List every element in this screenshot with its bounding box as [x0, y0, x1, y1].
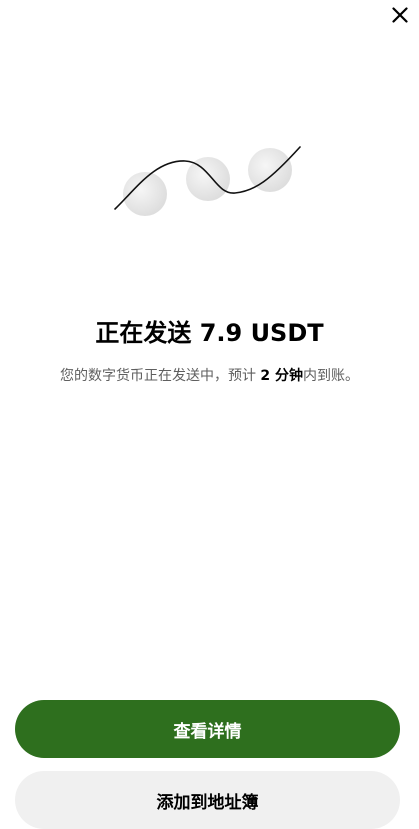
status-message-prefix: 您的数字货币正在发送中，预计 [59, 368, 261, 384]
close-button[interactable] [389, 4, 411, 26]
estimated-time: 2 分钟 [260, 368, 304, 384]
sending-coins-illustration [110, 140, 310, 225]
status-message-suffix: 内到账。 [303, 368, 360, 384]
page-title: 正在发送 7.9 USDT [95, 319, 324, 347]
view-details-button[interactable]: 查看详情 [15, 700, 400, 758]
coin-3 [248, 148, 292, 192]
add-to-address-book-label: 添加到地址簿 [156, 792, 259, 813]
close-icon [392, 7, 408, 23]
status-message: 您的数字货币正在发送中，预计 2 分钟内到账。 [0, 365, 419, 385]
view-details-label: 查看详情 [173, 721, 242, 742]
coin-2 [186, 157, 230, 201]
add-to-address-book-button[interactable]: 添加到地址簿 [15, 771, 400, 829]
